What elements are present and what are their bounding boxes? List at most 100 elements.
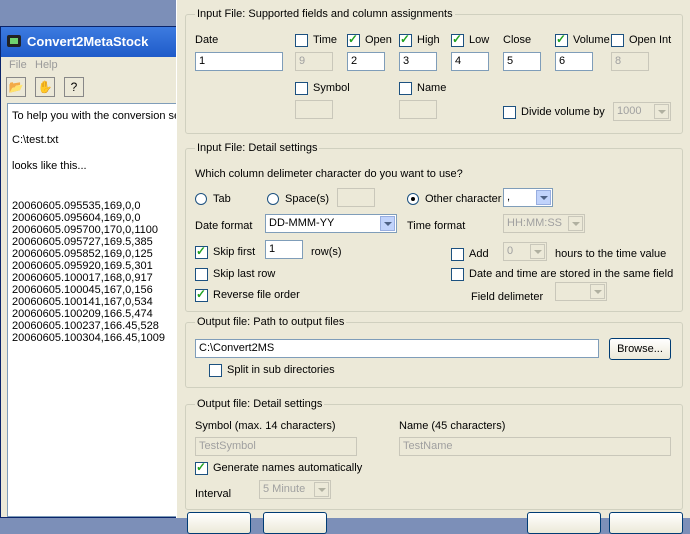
- time-column-input[interactable]: 9: [295, 52, 333, 71]
- skip-first-checkbox[interactable]: [195, 244, 208, 259]
- time-label: Time: [313, 34, 338, 46]
- preview-line: looks like this...: [12, 160, 87, 172]
- time-format-label: Time format: [407, 220, 466, 232]
- preview-line: 20060605.095727,169.5,385: [12, 236, 153, 248]
- tab-radio[interactable]: [195, 193, 207, 205]
- add-label: Add: [469, 248, 489, 260]
- menu-help[interactable]: Help: [35, 59, 58, 71]
- reverse-order-checkbox[interactable]: [195, 287, 208, 302]
- open-int-column-input[interactable]: 8: [611, 52, 649, 71]
- close-label: Close: [503, 34, 532, 46]
- preview-line: 20060605.100237,166.45,528: [12, 320, 159, 332]
- output-name-input[interactable]: TestName: [399, 437, 671, 456]
- divide-volume-select[interactable]: 1000: [613, 102, 671, 121]
- time-checkbox[interactable]: [295, 34, 308, 47]
- help-icon[interactable]: ?: [64, 77, 84, 97]
- add-hours-select[interactable]: 0: [503, 242, 547, 261]
- chevron-down-icon[interactable]: [654, 104, 669, 119]
- bottom-button-4[interactable]: [609, 512, 683, 534]
- date-format-select[interactable]: DD-MMM-YY: [265, 214, 397, 233]
- date-format-label: Date format: [195, 220, 253, 232]
- background-window-title: Convert2MetaStock: [27, 34, 149, 49]
- output-symbol-label: Symbol (max. 14 characters): [195, 420, 336, 432]
- preview-line: 20060605.100017,168,0,917: [12, 272, 153, 284]
- browse-button[interactable]: Browse...: [609, 338, 671, 360]
- wizard-icon[interactable]: ✋: [35, 77, 55, 97]
- name-label: Name: [417, 82, 447, 94]
- preview-line: 20060605.095700,170,0,1100: [12, 224, 158, 236]
- close-column-input[interactable]: 5: [503, 52, 541, 71]
- symbol-column-input[interactable]: [295, 100, 333, 119]
- output-path-input[interactable]: C:\Convert2MS: [195, 339, 599, 358]
- skip-first-label: Skip first: [213, 246, 256, 258]
- preview-text-area[interactable]: To help you with the conversion se C:\te…: [7, 103, 191, 517]
- group-detail-settings-legend: Input File: Detail settings: [195, 142, 320, 154]
- volume-checkbox[interactable]: [555, 32, 568, 47]
- spaces-count-input[interactable]: [337, 188, 375, 207]
- hours-label: hours to the time value: [555, 248, 667, 260]
- group-output-path-legend: Output file: Path to output files: [195, 316, 347, 328]
- skip-last-row-checkbox[interactable]: [195, 268, 208, 281]
- divide-volume-checkbox[interactable]: [503, 106, 516, 119]
- low-column-input[interactable]: 4: [451, 52, 489, 71]
- generate-names-checkbox[interactable]: [195, 460, 208, 475]
- name-column-input[interactable]: [399, 100, 437, 119]
- other-character-select[interactable]: ,: [503, 188, 553, 207]
- high-label: High: [417, 34, 440, 46]
- volume-column-input[interactable]: 6: [555, 52, 593, 71]
- preview-line: To help you with the conversion se: [12, 110, 181, 122]
- open-checkbox[interactable]: [347, 32, 360, 47]
- tab-label: Tab: [213, 193, 231, 205]
- rows-label: row(s): [311, 246, 342, 258]
- bottom-button-2[interactable]: [263, 512, 327, 534]
- spaces-radio[interactable]: [267, 193, 279, 205]
- preview-line: C:\test.txt: [12, 134, 59, 146]
- open-folder-icon[interactable]: 📂: [6, 77, 26, 97]
- settings-dialog: Input File: Supported fields and column …: [176, 0, 690, 534]
- time-format-value: HH:MM:SS: [507, 217, 562, 229]
- preview-line: 20060605.100304,166.45,1009: [12, 332, 165, 344]
- app-icon: [7, 35, 21, 47]
- menu-file[interactable]: File: [9, 59, 27, 71]
- menu-bar: File Help: [1, 57, 189, 75]
- interval-value: 5 Minute: [263, 483, 306, 495]
- time-format-select[interactable]: HH:MM:SS: [503, 214, 585, 233]
- open-int-label: Open Int: [629, 34, 672, 46]
- spaces-label: Space(s): [285, 193, 330, 205]
- symbol-checkbox[interactable]: [295, 82, 308, 95]
- symbol-label: Symbol: [313, 82, 350, 94]
- bottom-button-1[interactable]: [187, 512, 251, 534]
- high-column-input[interactable]: 3: [399, 52, 437, 71]
- other-character-radio[interactable]: [407, 193, 419, 205]
- split-subdirectories-label: Split in sub directories: [227, 364, 335, 376]
- chevron-down-icon[interactable]: [530, 244, 545, 259]
- divide-volume-value: 1000: [617, 105, 642, 117]
- open-column-input[interactable]: 2: [347, 52, 385, 71]
- open-int-checkbox[interactable]: [611, 34, 624, 47]
- add-hours-checkbox[interactable]: [451, 248, 464, 261]
- preview-line: 20060605.100045,167,0,156: [12, 284, 153, 296]
- background-window-titlebar[interactable]: Convert2MetaStock: [1, 27, 189, 57]
- same-field-label: Date and time are stored in the same fie…: [469, 268, 674, 280]
- chevron-down-icon[interactable]: [568, 216, 583, 231]
- same-field-checkbox[interactable]: [451, 268, 464, 281]
- preview-line: 20060605.095920,169.5,301: [12, 260, 153, 272]
- volume-label: Volume: [573, 34, 610, 46]
- chevron-down-icon[interactable]: [380, 216, 395, 231]
- field-delimiter-select[interactable]: [555, 282, 607, 301]
- interval-select[interactable]: 5 Minute: [259, 480, 331, 499]
- chevron-down-icon[interactable]: [590, 284, 605, 299]
- chevron-down-icon[interactable]: [314, 482, 329, 497]
- output-symbol-input[interactable]: TestSymbol: [195, 437, 357, 456]
- other-character-label: Other character: [425, 193, 502, 205]
- bottom-button-3[interactable]: [527, 512, 601, 534]
- chevron-down-icon[interactable]: [536, 190, 551, 205]
- split-subdirectories-checkbox[interactable]: [209, 364, 222, 377]
- date-column-input[interactable]: 1: [195, 52, 283, 71]
- name-checkbox[interactable]: [399, 82, 412, 95]
- divide-volume-label: Divide volume by: [521, 106, 605, 118]
- high-checkbox[interactable]: [399, 32, 412, 47]
- background-window: Convert2MetaStock File Help 📂 ✋ ? To hel…: [0, 26, 191, 518]
- skip-first-rows-input[interactable]: 1: [265, 240, 303, 259]
- low-checkbox[interactable]: [451, 32, 464, 47]
